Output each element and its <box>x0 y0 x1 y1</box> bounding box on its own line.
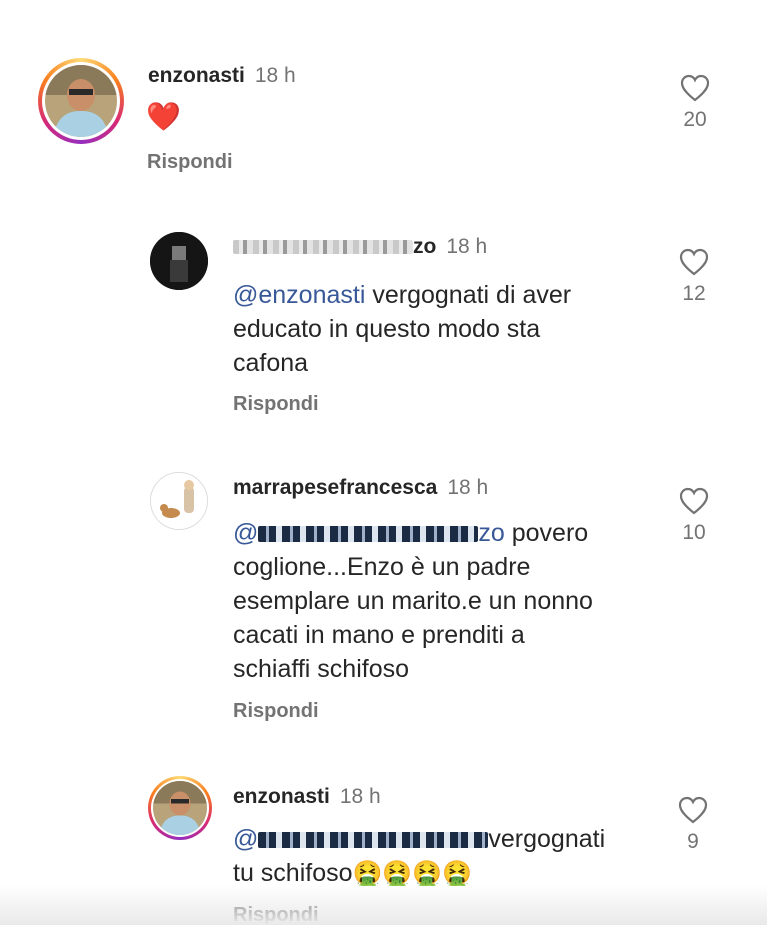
username[interactable]: zo <box>413 235 436 258</box>
avatar[interactable] <box>150 232 208 290</box>
mention[interactable]: @enzonasti <box>233 281 365 309</box>
redacted-username <box>233 240 413 255</box>
heart-icon[interactable] <box>679 487 709 515</box>
avatar[interactable] <box>148 776 212 840</box>
vomit-emoji: 🤮🤮🤮🤮 <box>352 860 473 887</box>
profile-photo <box>153 781 207 835</box>
profile-photo <box>150 232 208 290</box>
redacted-mention <box>258 832 489 849</box>
reply-button[interactable]: Rispondi <box>233 700 319 723</box>
redacted-mention <box>258 526 479 543</box>
comment-text: @enzonasti vergognati di aver educato in… <box>233 281 572 377</box>
timestamp: 18 h <box>254 64 296 87</box>
comment-text: @ zo povero coglione...Enzo è un padre es… <box>233 519 593 683</box>
reply-button[interactable]: Rispondi <box>233 393 319 416</box>
like-count: 10 <box>682 521 706 544</box>
username[interactable]: enzonasti <box>233 785 330 808</box>
avatar[interactable] <box>38 58 124 144</box>
bottom-fade <box>0 885 767 925</box>
profile-photo <box>45 65 117 137</box>
username[interactable]: enzonasti <box>148 64 245 87</box>
mention[interactable]: @ <box>233 825 489 853</box>
timestamp: 18 h <box>446 235 488 258</box>
like-count: 12 <box>682 282 706 305</box>
timestamp: 18 h <box>447 476 489 499</box>
username[interactable]: marrapesefrancesca <box>233 476 437 499</box>
heart-icon[interactable] <box>679 248 709 276</box>
heart-icon[interactable] <box>678 796 708 824</box>
comment-text: ❤️ <box>146 101 181 132</box>
avatar[interactable] <box>150 472 208 530</box>
heart-icon[interactable] <box>680 74 710 102</box>
cartoon-avatar <box>151 473 207 529</box>
timestamp: 18 h <box>339 785 381 808</box>
reply-button[interactable]: Rispondi <box>147 151 233 174</box>
like-count: 9 <box>687 830 699 853</box>
mention[interactable]: @ zo <box>233 519 505 547</box>
like-count: 20 <box>683 108 707 131</box>
comment-text: @ vergognati tu schifoso🤮🤮🤮🤮 <box>233 825 606 887</box>
